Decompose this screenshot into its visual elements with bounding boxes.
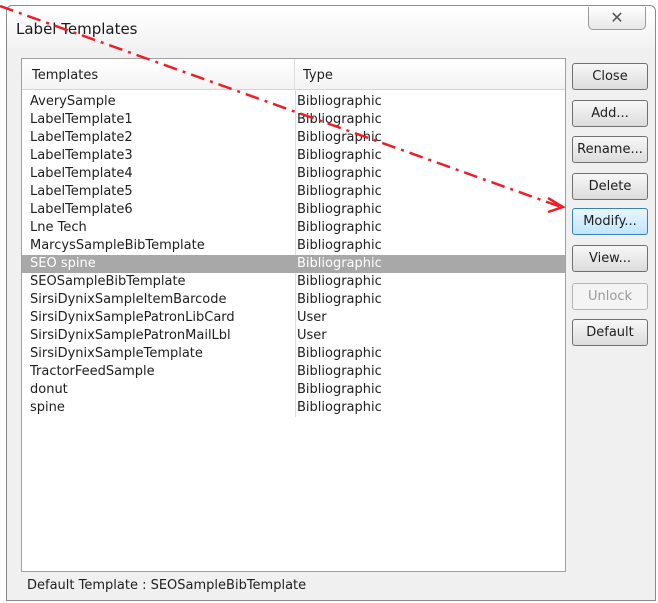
template-name-cell: AverySample bbox=[30, 94, 116, 109]
template-name-cell: SirsiDynixSamplePatronLibCard bbox=[30, 310, 235, 325]
template-name-cell: TractorFeedSample bbox=[30, 364, 155, 379]
template-name-cell: SirsiDynixSampleTemplate bbox=[30, 346, 203, 361]
template-name-cell: SirsiDynixSampleItemBarcode bbox=[30, 292, 227, 307]
modify-button[interactable]: Modify... bbox=[572, 208, 648, 235]
table-row[interactable]: LabelTemplate5 Bibliographic bbox=[22, 183, 565, 201]
table-row[interactable]: LabelTemplate2 Bibliographic bbox=[22, 129, 565, 147]
delete-button[interactable]: Delete bbox=[572, 173, 648, 200]
template-name-cell: spine bbox=[30, 400, 65, 415]
table-row[interactable]: SirsiDynixSampleItemBarcode Bibliographic bbox=[22, 291, 565, 309]
template-type-cell: User bbox=[297, 310, 327, 325]
template-name-cell: SirsiDynixSamplePatronMailLbl bbox=[30, 328, 231, 343]
template-name-cell: Lne Tech bbox=[30, 220, 87, 235]
table-row[interactable]: spine Bibliographic bbox=[22, 399, 565, 417]
table-row[interactable]: SirsiDynixSampleTemplate Bibliographic bbox=[22, 345, 565, 363]
template-name-cell: LabelTemplate2 bbox=[30, 130, 133, 145]
list-header: Templates Type bbox=[22, 59, 565, 90]
template-name-cell: LabelTemplate5 bbox=[30, 184, 133, 199]
list-rows: AverySample Bibliographic LabelTemplate1 Bi… bbox=[22, 93, 565, 417]
close-button[interactable]: Close bbox=[572, 63, 648, 90]
template-name-cell: donut bbox=[30, 382, 68, 397]
table-row[interactable]: LabelTemplate3 Bibliographic bbox=[22, 147, 565, 165]
default-button[interactable]: Default bbox=[572, 319, 648, 346]
template-name-cell: SEO spine bbox=[30, 256, 96, 271]
template-type-cell: Bibliographic bbox=[297, 292, 382, 307]
default-template-status: Default Template : SEOSampleBibTemplate bbox=[27, 578, 307, 593]
template-type-cell: Bibliographic bbox=[297, 94, 382, 109]
table-row[interactable]: LabelTemplate1 Bibliographic bbox=[22, 111, 565, 129]
template-type-cell: Bibliographic bbox=[297, 220, 382, 235]
templates-list[interactable]: Templates Type AverySample Bibliographic L… bbox=[21, 58, 566, 572]
template-type-cell: Bibliographic bbox=[297, 364, 382, 379]
template-name-cell: LabelTemplate6 bbox=[30, 202, 133, 217]
template-type-cell: Bibliographic bbox=[297, 382, 382, 397]
template-type-cell: Bibliographic bbox=[297, 346, 382, 361]
unlock-button: Unlock bbox=[572, 283, 648, 310]
view-button[interactable]: View... bbox=[572, 245, 648, 272]
template-type-cell: Bibliographic bbox=[297, 130, 382, 145]
template-name-cell: MarcysSampleBibTemplate bbox=[30, 238, 205, 253]
template-type-cell: Bibliographic bbox=[297, 256, 382, 271]
table-row[interactable]: LabelTemplate4 Bibliographic bbox=[22, 165, 565, 183]
template-name-cell: LabelTemplate4 bbox=[30, 166, 133, 181]
title-bar[interactable]: Label Templates ✕ bbox=[7, 6, 655, 48]
column-header-templates[interactable]: Templates bbox=[22, 59, 295, 89]
add-button[interactable]: Add... bbox=[572, 100, 648, 127]
template-name-cell: LabelTemplate3 bbox=[30, 148, 133, 163]
rename-button[interactable]: Rename... bbox=[572, 136, 648, 163]
template-type-cell: User bbox=[297, 328, 327, 343]
table-row[interactable]: SEOSampleBibTemplate Bibliographic bbox=[22, 273, 565, 291]
table-row[interactable]: TractorFeedSample Bibliographic bbox=[22, 363, 565, 381]
template-type-cell: Bibliographic bbox=[297, 112, 382, 127]
table-row[interactable]: SirsiDynixSamplePatronLibCard User bbox=[22, 309, 565, 327]
column-header-type[interactable]: Type bbox=[295, 59, 565, 89]
template-type-cell: Bibliographic bbox=[297, 400, 382, 415]
table-row[interactable]: SirsiDynixSamplePatronMailLbl User bbox=[22, 327, 565, 345]
template-name-cell: LabelTemplate1 bbox=[30, 112, 133, 127]
template-type-cell: Bibliographic bbox=[297, 166, 382, 181]
table-row[interactable]: Lne Tech Bibliographic bbox=[22, 219, 565, 237]
close-icon: ✕ bbox=[610, 8, 624, 27]
window-title: Label Templates bbox=[16, 20, 138, 38]
table-row[interactable]: AverySample Bibliographic bbox=[22, 93, 565, 111]
template-type-cell: Bibliographic bbox=[297, 202, 382, 217]
label-templates-dialog: Label Templates ✕ Templates Type AverySa… bbox=[6, 5, 656, 601]
window-close-button[interactable]: ✕ bbox=[588, 7, 646, 30]
table-row[interactable]: LabelTemplate6 Bibliographic bbox=[22, 201, 565, 219]
table-row[interactable]: MarcysSampleBibTemplate Bibliographic bbox=[22, 237, 565, 255]
template-name-cell: SEOSampleBibTemplate bbox=[30, 274, 186, 289]
template-type-cell: Bibliographic bbox=[297, 184, 382, 199]
template-type-cell: Bibliographic bbox=[297, 148, 382, 163]
table-row[interactable]: SEO spine Bibliographic bbox=[22, 255, 565, 273]
template-type-cell: Bibliographic bbox=[297, 274, 382, 289]
template-type-cell: Bibliographic bbox=[297, 238, 382, 253]
table-row[interactable]: donut Bibliographic bbox=[22, 381, 565, 399]
